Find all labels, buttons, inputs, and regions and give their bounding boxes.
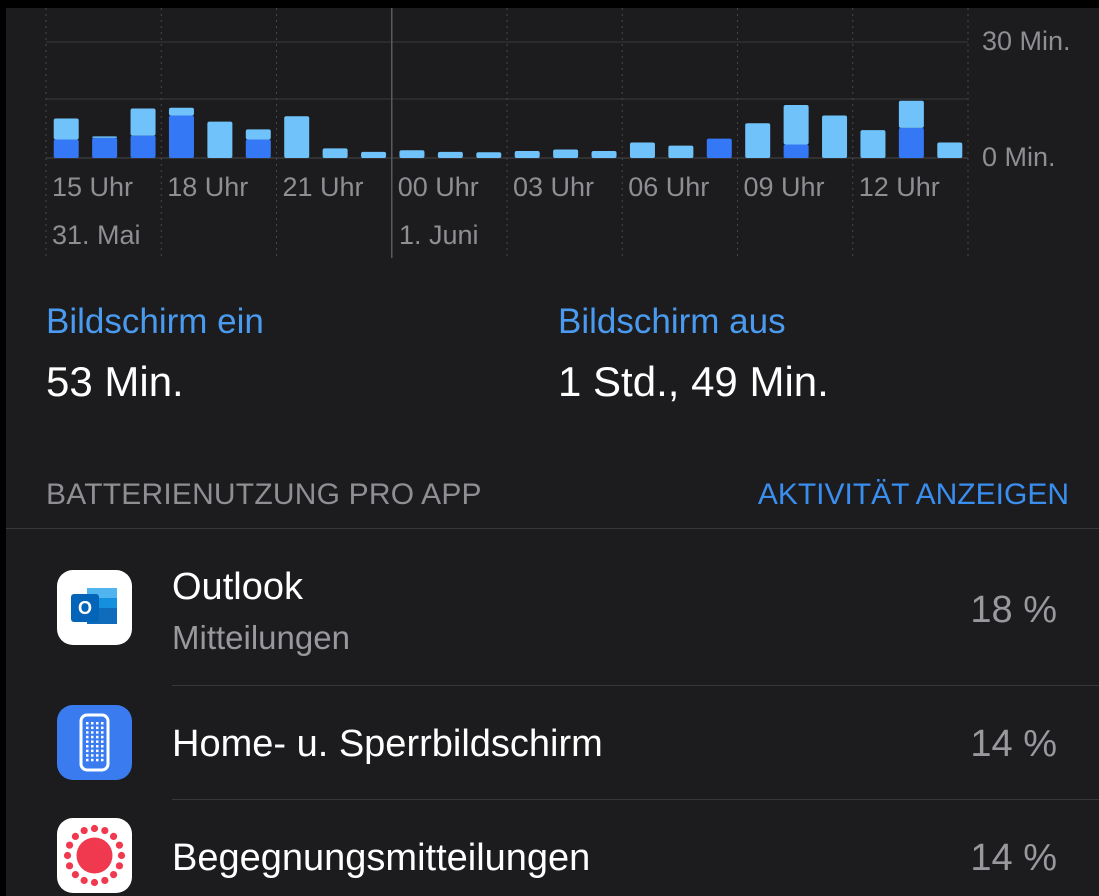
chart-bar-screen-off [322, 148, 348, 158]
date-label-start: 31. Mai [52, 220, 141, 250]
chart-bar-screen-off [399, 150, 425, 158]
chart-bar-screen-off [668, 145, 694, 158]
chart-bar-screen-off [898, 100, 924, 128]
chart-bar-screen-off [92, 136, 118, 138]
app-name: Outlook [172, 566, 303, 608]
phone-screen-icon [57, 705, 132, 780]
chart-bar-screen-off [476, 152, 502, 158]
screen-on-value: 53 Min. [46, 358, 184, 405]
app-percent: 14 % [970, 723, 1057, 765]
x-tick-label: 18 Uhr [167, 172, 248, 202]
chart-bar-screen-off [437, 151, 463, 158]
chart-bar-screen-off [130, 108, 156, 136]
app-name: Begegnungsmitteilungen [172, 837, 591, 879]
exposure-notification-icon [57, 818, 132, 893]
date-label-end: 1. Juni [399, 220, 479, 250]
x-tick-label: 09 Uhr [744, 172, 825, 202]
chart-bar-screen-off [822, 115, 848, 158]
chart-bar-screen-off [168, 107, 194, 116]
x-tick-label: 21 Uhr [283, 172, 364, 202]
app-percent: 18 % [970, 589, 1057, 631]
svg-text:O: O [78, 598, 92, 618]
x-tick-label: 06 Uhr [628, 172, 709, 202]
screen-off-label: Bildschirm aus [558, 302, 786, 341]
chart-bar-screen-off [591, 151, 617, 158]
chart-bar-screen-on [53, 139, 79, 158]
app-name: Home- u. Sperrbildschirm [172, 723, 603, 765]
screen-on-label: Bildschirm ein [46, 302, 264, 341]
battery-usage-chart: 30 Min. 0 Min. 15 Uhr 18 Uhr 21 Uhr 00 Uhr 0… [45, 8, 1071, 258]
y-label-min: 0 Min. [982, 142, 1056, 172]
outlook-icon: O [57, 570, 132, 645]
chart-bar-screen-off [860, 130, 886, 158]
chart-bar-screen-on [706, 138, 732, 158]
app-subtitle: Mitteilungen [172, 619, 350, 656]
x-tick-label: 00 Uhr [398, 172, 479, 202]
chart-bar-screen-off [553, 149, 579, 158]
chart-bar-screen-on [130, 135, 156, 158]
chart-bar-screen-off [783, 105, 809, 145]
x-tick-label: 15 Uhr [52, 172, 133, 202]
x-tick-label: 12 Uhr [859, 172, 940, 202]
screen-off-value: 1 Std., 49 Min. [558, 358, 829, 405]
chart-bars [53, 100, 963, 158]
x-axis-labels: 15 Uhr 18 Uhr 21 Uhr 00 Uhr 03 Uhr 06 Uhr 09 U… [52, 172, 940, 202]
x-tick-label: 03 Uhr [513, 172, 594, 202]
chart-bar-screen-off [207, 121, 233, 158]
chart-bar-screen-off [629, 142, 655, 158]
chart-bar-screen-off [361, 151, 387, 158]
chart-bar-screen-on [245, 139, 271, 158]
app-row-home-lock-screen[interactable]: Home- u. Sperrbildschirm 14 % [6, 686, 1099, 799]
app-percent: 14 % [970, 837, 1057, 879]
chart-bar-screen-on [168, 115, 194, 158]
section-title: BATTERIENUTZUNG PRO APP [46, 478, 482, 511]
battery-screen: 30 Min. 0 Min. 15 Uhr 18 Uhr 21 Uhr 00 Uhr 0… [6, 8, 1099, 896]
chart-bar-screen-on [783, 144, 809, 158]
show-activity-button[interactable]: AKTIVITÄT ANZEIGEN [758, 478, 1069, 512]
chart-bar-screen-off [937, 142, 963, 158]
app-row-exposure-notifications[interactable]: Begegnungsmitteilungen 14 % [6, 800, 1099, 896]
y-label-max: 30 Min. [982, 26, 1071, 56]
chart-bar-screen-off [245, 129, 271, 140]
chart-bar-screen-off [745, 123, 771, 158]
chart-bar-screen-off [514, 151, 540, 158]
chart-bar-screen-on [898, 127, 924, 158]
chart-bar-screen-off [53, 118, 79, 140]
chart-bar-screen-off [284, 116, 310, 158]
app-row-outlook[interactable]: O Outlook Mitteilungen 18 % [6, 529, 1099, 686]
chart-bar-screen-on [92, 137, 118, 158]
